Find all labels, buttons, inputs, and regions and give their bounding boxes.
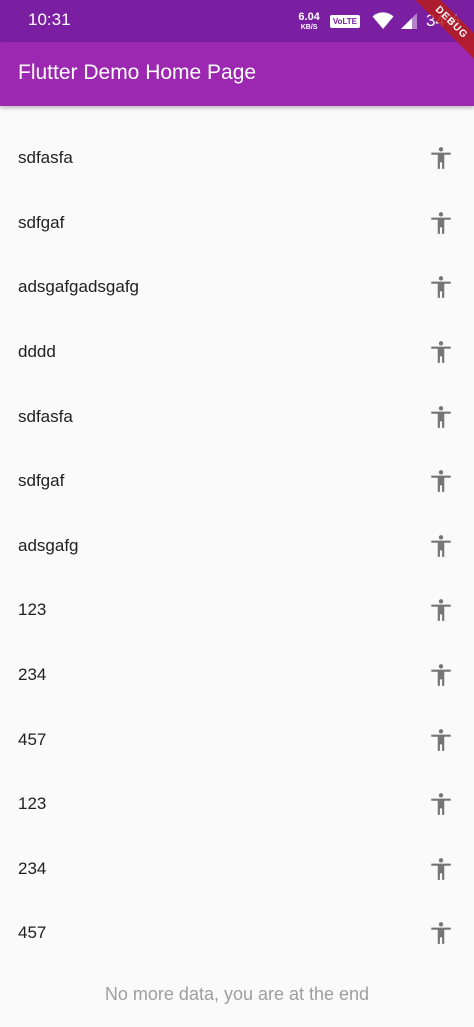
list-item[interactable]: sdfasfa <box>0 384 474 449</box>
accessibility-icon <box>431 470 451 493</box>
list-item-label: sdfgaf <box>18 212 65 232</box>
list-item-label: 123 <box>18 794 47 814</box>
list-item-label: 457 <box>18 729 47 749</box>
list-item[interactable]: 457 <box>0 901 474 966</box>
list-item[interactable]: adsgafg <box>0 514 474 579</box>
app-bar: Flutter Demo Home Page <box>0 42 474 106</box>
accessibility-icon <box>431 922 451 945</box>
wifi-icon <box>372 12 394 29</box>
accessibility-icon <box>431 405 451 428</box>
accessibility-icon <box>431 535 451 557</box>
accessibility-icon <box>431 276 451 299</box>
accessibility-icon <box>431 728 451 751</box>
list-item[interactable]: 123 <box>0 578 474 643</box>
list-item-label: adsgafg <box>18 535 79 555</box>
list-item-label: 234 <box>18 665 47 685</box>
list-item-label: sdfasfa <box>18 148 73 168</box>
accessibility-icon <box>431 147 451 170</box>
list-item-label: sdfasfa <box>18 406 73 426</box>
list-item-label: adsgafgadsgafg <box>18 277 139 297</box>
accessibility-icon <box>431 793 451 816</box>
list-item[interactable]: 234 <box>0 643 474 708</box>
status-bar: 10:31 6.04 KB/S VoLTE 34% <box>0 0 474 42</box>
network-speed: 6.04 KB/S <box>298 10 320 31</box>
volte-badge: VoLTE <box>329 14 360 28</box>
battery-level: 34% <box>425 11 460 30</box>
list-item-label: sdfgaf <box>18 471 65 491</box>
accessibility-icon <box>431 857 451 880</box>
accessibility-icon <box>431 341 451 363</box>
list-item-label: 457 <box>18 923 47 943</box>
accessibility-icon <box>431 664 451 686</box>
list-item[interactable]: 234 <box>0 837 474 902</box>
accessibility-icon <box>431 599 451 622</box>
page-title: Flutter Demo Home Page <box>18 61 257 84</box>
list-item[interactable]: sdfasfa <box>0 126 474 191</box>
list-item-label: dddd <box>18 342 56 362</box>
network-speed-value: 6.04 <box>298 10 320 23</box>
list-item[interactable]: adsgafgadsgafg <box>0 255 474 320</box>
end-of-list-message: No more data, you are at the end <box>104 984 370 1004</box>
list-item[interactable]: dddd <box>0 320 474 385</box>
list-item[interactable]: sdfgaf <box>0 191 474 256</box>
status-time: 10:31 <box>28 10 71 29</box>
list-item-label: 123 <box>18 600 47 620</box>
cell-signal-icon <box>400 13 417 29</box>
network-speed-unit: KB/S <box>300 23 318 31</box>
list-item[interactable]: sdfgaf <box>0 449 474 514</box>
list-item-label: 234 <box>18 858 47 878</box>
screen: 10:31 6.04 KB/S VoLTE 34% Flutter Demo H… <box>0 0 474 1027</box>
list-item[interactable]: 457 <box>0 707 474 772</box>
item-list[interactable]: sdfasfa sdfgaf adsgafgadsgafg dddd sdfasfa sd… <box>0 126 474 966</box>
status-indicators: 6.04 KB/S VoLTE 34% <box>298 8 460 34</box>
list-item[interactable]: 123 <box>0 772 474 837</box>
accessibility-icon <box>431 212 451 234</box>
